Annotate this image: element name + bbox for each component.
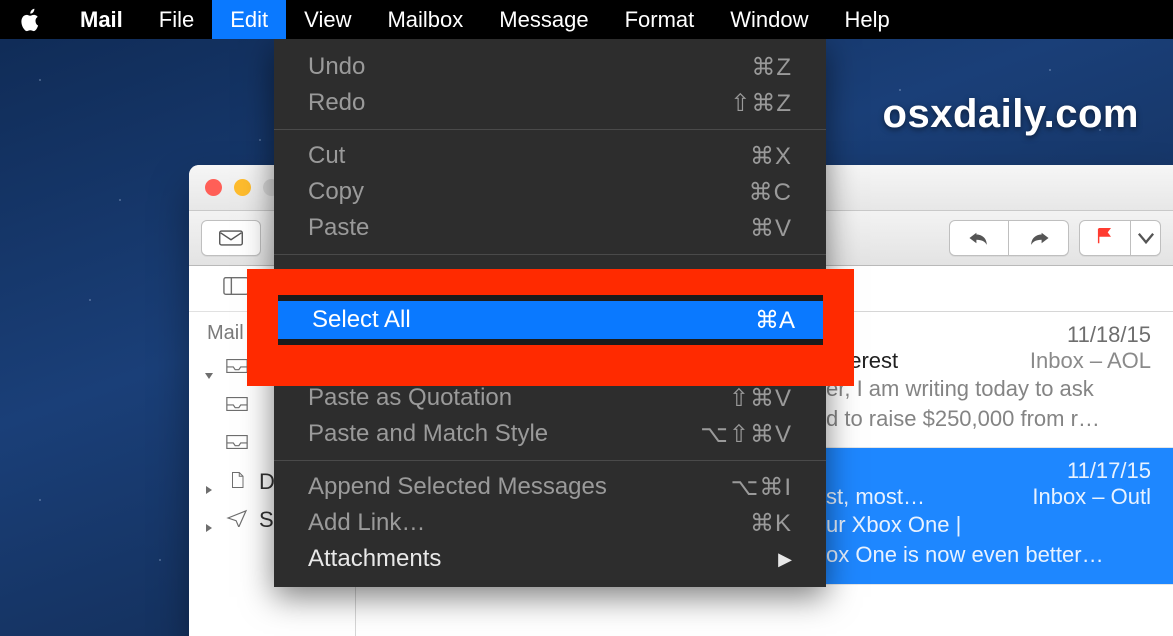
message-mailbox: Inbox – Outl [1032,484,1151,510]
message-subject: st, most… [826,484,925,510]
menu-item-label: Paste as Quotation [308,384,512,412]
menu-item-label: Attachments [308,545,441,573]
paperplane-icon [225,507,249,533]
menubar-item-file[interactable]: File [141,0,212,39]
menu-item-add-link[interactable]: Add Link… ⌘K [274,505,826,541]
forward-icon [1026,228,1052,248]
menu-item-shortcut: ⌘K [750,509,792,538]
traffic-lights [189,179,280,196]
watermark-text: osxdaily.com [883,92,1139,137]
submenu-arrow-icon: ▶ [778,549,792,570]
menubar-app-name[interactable]: Mail [62,0,141,39]
inbox-icon [225,393,249,419]
menu-item-shortcut: ⇧⌘Z [730,89,792,118]
message-date: 11/17/15 [1067,458,1151,484]
disclosure-triangle-icon[interactable] [203,362,215,374]
menubar-item-view[interactable]: View [286,0,369,39]
menu-item-shortcut: ⌘A [755,306,795,335]
menu-item-shortcut: ⌘Z [751,53,792,82]
compose-button[interactable] [201,220,261,256]
menu-item-label: Undo [308,53,365,81]
sidebar-item-label: D [259,469,275,495]
document-icon [225,469,249,495]
flag-button[interactable] [1079,220,1131,256]
forward-button[interactable] [1009,220,1069,256]
menu-item-copy[interactable]: Copy ⌘C [274,174,826,210]
menu-item-paste[interactable]: Paste ⌘V [274,210,826,246]
inbox-icon [225,431,249,457]
menu-item-label: Add Link… [308,509,425,537]
menubar-item-window[interactable]: Window [712,0,826,39]
flag-menu-button[interactable] [1131,220,1161,256]
menu-item-undo[interactable]: Undo ⌘Z [274,49,826,85]
menubar: Mail File Edit View Mailbox Message Form… [0,0,1173,39]
menubar-item-edit[interactable]: Edit [212,0,286,39]
message-preview: d to raise $250,000 from r… [826,404,1151,434]
menu-item-shortcut: ⇧⌘V [729,384,792,413]
menu-item-shortcut: ⌘V [750,214,792,243]
disclosure-triangle-icon[interactable] [203,476,215,488]
mailboxes-view-button[interactable] [223,276,249,302]
reply-icon [966,228,992,248]
message-preview: ox One is now even better… [826,540,1151,570]
menu-item-shortcut: ⌥⇧⌘V [700,420,792,449]
menubar-item-format[interactable]: Format [607,0,713,39]
menu-item-cut[interactable]: Cut ⌘X [274,138,826,174]
menu-item-label: Paste and Match Style [308,420,548,448]
menu-item-label: Select All [312,306,411,334]
menu-item-label: Append Selected Messages [308,473,607,501]
menu-separator [274,254,826,255]
disclosure-triangle-icon[interactable] [203,514,215,526]
envelope-icon [218,228,244,248]
flag-segment [1079,220,1161,256]
menu-separator [274,460,826,461]
menubar-item-message[interactable]: Message [481,0,606,39]
chevron-down-icon [1133,228,1159,248]
reply-button[interactable] [949,220,1009,256]
message-preview: er, I am writing today to ask [826,374,1151,404]
menu-item-label: Redo [308,89,365,117]
apple-icon [20,8,42,32]
menu-item-shortcut: ⌥⌘I [731,473,792,502]
message-date: 11/18/15 [1067,322,1151,348]
annotation-highlight-box: Select All ⌘A [247,269,854,386]
menu-item-label: Paste [308,214,369,242]
columns-icon [223,276,249,296]
menubar-item-mailbox[interactable]: Mailbox [369,0,481,39]
flag-icon [1092,226,1118,246]
menu-item-redo[interactable]: Redo ⇧⌘Z [274,85,826,121]
menu-item-paste-match-style[interactable]: Paste and Match Style ⌥⇧⌘V [274,416,826,452]
menu-item-select-all[interactable]: Select All ⌘A [278,301,823,339]
menu-item-attachments[interactable]: Attachments ▶ [274,541,826,577]
menu-item-shortcut: ⌘C [749,178,792,207]
message-mailbox: Inbox – AOL [1030,348,1151,374]
menu-item-label: Copy [308,178,364,206]
menubar-item-help[interactable]: Help [827,0,908,39]
inbox-icon [225,355,249,381]
menu-item-label: Cut [308,142,345,170]
menu-separator [274,129,826,130]
reply-segment [949,220,1069,256]
menu-item-append-selected[interactable]: Append Selected Messages ⌥⌘I [274,469,826,505]
sidebar-item-label: S [259,507,274,533]
menu-item-shortcut: ⌘X [750,142,792,171]
window-close-button[interactable] [205,179,222,196]
window-minimize-button[interactable] [234,179,251,196]
apple-menu[interactable] [0,8,62,32]
message-preview: ur Xbox One | [826,510,1151,540]
